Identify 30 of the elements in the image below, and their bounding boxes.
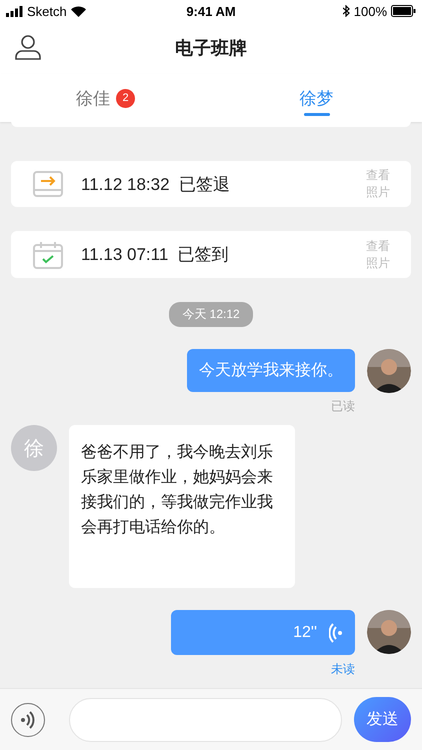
view-photo-link[interactable]: 查看照片 (365, 167, 391, 201)
carrier-name: Sketch (27, 4, 67, 18)
time-divider: 今天 12:12 (169, 302, 253, 328)
voice-wave-icon (329, 622, 343, 643)
voice-message[interactable]: 12'' (171, 610, 355, 656)
battery-percent: 100% (354, 4, 387, 18)
voice-input-button[interactable] (11, 702, 45, 736)
user-icon (15, 34, 41, 60)
sign-out-icon (33, 171, 63, 197)
bluetooth-icon (342, 5, 350, 17)
send-button[interactable]: 发送 (354, 697, 411, 742)
profile-button[interactable] (14, 34, 42, 62)
message-input[interactable] (69, 698, 342, 742)
voice-icon (20, 710, 36, 728)
read-status: 已读 (331, 398, 355, 416)
wifi-icon (70, 6, 86, 16)
student-tab[interactable]: 徐梦 (211, 74, 422, 122)
signal-icon (6, 6, 23, 16)
read-status: 未读 (331, 661, 355, 678)
calendar-check-icon (33, 240, 63, 269)
attendance-record: 11.13 07:11 已签到 (81, 244, 230, 266)
attendance-record: 11.12 18:32 已签退 (81, 174, 231, 196)
clock-time: 9:41 AM (186, 4, 236, 18)
student-tab[interactable]: 徐佳 2 (0, 74, 211, 122)
unread-count: 2 (116, 88, 135, 108)
view-photo-link[interactable]: 查看照片 (365, 238, 391, 272)
battery-icon (391, 5, 416, 17)
message-bubble: 爸爸不用了，我今晚去刘乐乐家里做作业，她妈妈会来接我们的，等我做完作业我会再打电话给你的。 (69, 425, 295, 588)
message-bubble: 今天放学我来接你。 (187, 349, 355, 392)
page-title: 电子班牌 (175, 37, 247, 60)
